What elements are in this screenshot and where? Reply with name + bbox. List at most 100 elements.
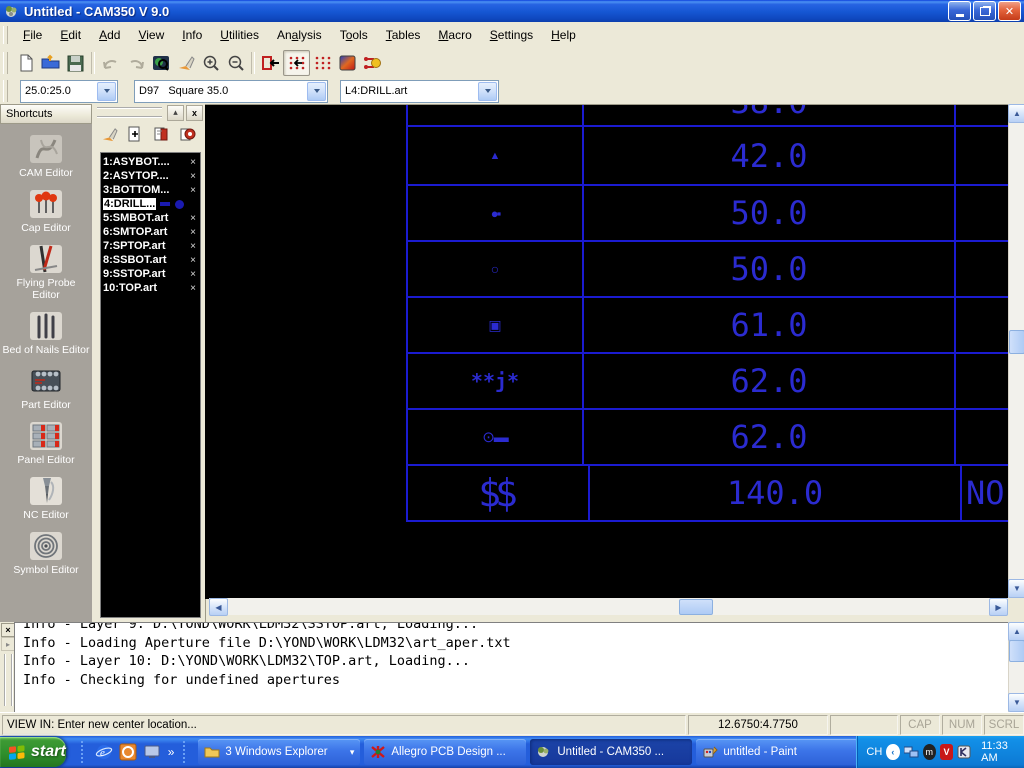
shortcut-cap-editor[interactable]: Cap Editor	[0, 188, 92, 234]
layer-table-icon[interactable]	[151, 124, 172, 145]
clock[interactable]: 11:33 AM	[981, 740, 1019, 764]
shortcut-panel-editor[interactable]: Panel Editor	[0, 420, 92, 466]
cad-canvas[interactable]: 38.0 ▲42.0●▪50.0○50.0▣61.0**j*62.0⊙▬62.0…	[205, 104, 1008, 599]
chevron-down-icon[interactable]	[307, 82, 326, 101]
menu-analysis[interactable]: Analysis	[268, 24, 331, 46]
taskbar-button-untitled-paint[interactable]: untitled - Paint	[696, 739, 858, 765]
open-file-button[interactable]	[38, 51, 63, 75]
drag-grip[interactable]	[4, 654, 13, 706]
redo-button[interactable]	[123, 51, 148, 75]
quick-launch-icon-2[interactable]	[118, 742, 138, 762]
layer-visibility-toggle[interactable]: ×	[190, 227, 196, 238]
chevron-down-icon[interactable]: ▾	[350, 747, 355, 758]
layer-item-10-top-art[interactable]: 10:TOP.art×	[103, 281, 200, 295]
tray-icon-v[interactable]: V	[940, 744, 953, 760]
layer-item-4-drill[interactable]: 4:DRILL...	[103, 197, 200, 211]
layer-item-8-ssbot-art[interactable]: 8:SSBOT.art×	[103, 253, 200, 267]
layer-item-7-sptop-art[interactable]: 7:SPTOP.art×	[103, 239, 200, 253]
grid-combo[interactable]: 25.0:25.0	[20, 80, 118, 103]
canvas-vscrollbar[interactable]: ▲ ▼	[1008, 104, 1024, 598]
scroll-up-icon[interactable]: ▲	[1008, 104, 1024, 123]
vscroll-thumb[interactable]	[1009, 640, 1024, 662]
menu-info[interactable]: Info	[173, 24, 211, 46]
shortcut-flying-probe-editor[interactable]: Flying Probe Editor	[0, 243, 92, 301]
undo-button[interactable]	[98, 51, 123, 75]
layer-item-3-bottom[interactable]: 3:BOTTOM...×	[103, 183, 200, 197]
quick-launch-icon-3[interactable]	[142, 742, 162, 762]
menu-tables[interactable]: Tables	[377, 24, 430, 46]
taskbar-button-3-windows-explorer[interactable]: 3 Windows Explorer▾	[198, 739, 360, 765]
log-close-button[interactable]: ×	[1, 623, 15, 637]
layer-item-6-smtop-art[interactable]: 6:SMTOP.art×	[103, 225, 200, 239]
layer-visibility-toggle[interactable]: ×	[190, 171, 196, 182]
minimize-button[interactable]	[948, 1, 971, 21]
drag-grip[interactable]	[183, 741, 189, 763]
zoom-in-button[interactable]	[198, 51, 223, 75]
scroll-down-icon[interactable]: ▼	[1008, 579, 1024, 598]
taskbar-button-allegro-pcb-design[interactable]: Allegro PCB Design ...	[364, 739, 526, 765]
chevron-down-icon[interactable]	[97, 82, 116, 101]
layer-combo[interactable]: L4:DRILL.art	[340, 80, 499, 103]
menu-macro[interactable]: Macro	[429, 24, 480, 46]
shortcuts-header[interactable]: Shortcuts	[0, 104, 92, 124]
aperture-combo[interactable]: D97 Square 35.0	[134, 80, 328, 103]
close-button[interactable]: ✕	[998, 1, 1021, 21]
menu-view[interactable]: View	[129, 24, 173, 46]
log-output[interactable]: Info - Layer 9: D:\YOND\WORK\LDM32\SSTOP…	[14, 622, 1010, 714]
menu-file[interactable]: File	[14, 24, 51, 46]
shortcut-symbol-editor[interactable]: Symbol Editor	[0, 530, 92, 576]
zoom-out-button[interactable]	[223, 51, 248, 75]
layer-visibility-toggle[interactable]: ×	[190, 185, 196, 196]
hide-icons-chevron[interactable]: ‹	[886, 744, 899, 760]
internet-explorer-icon[interactable]: e	[94, 742, 114, 762]
start-button[interactable]: start	[0, 737, 66, 767]
menu-help[interactable]: Help	[542, 24, 585, 46]
add-layer-icon[interactable]	[125, 124, 146, 145]
menu-settings[interactable]: Settings	[481, 24, 542, 46]
taskbar-button-untitled-cam350[interactable]: Untitled - CAM350 ...	[530, 739, 692, 765]
grid-button[interactable]	[310, 51, 335, 75]
collapse-button[interactable]: ▴	[167, 105, 184, 121]
query-button[interactable]	[148, 51, 173, 75]
save-button[interactable]	[63, 51, 88, 75]
menu-tools[interactable]: Tools	[331, 24, 377, 46]
hscroll-thumb[interactable]	[679, 599, 713, 615]
log-expand-button[interactable]: ▸	[1, 637, 15, 651]
chevron-down-icon[interactable]	[478, 82, 497, 101]
menu-utilities[interactable]: Utilities	[211, 24, 268, 46]
layer-sets-icon[interactable]	[177, 124, 198, 145]
menu-add[interactable]: Add	[90, 24, 129, 46]
log-vscrollbar[interactable]: ▲ ▼	[1008, 622, 1024, 712]
layer-visibility-toggle[interactable]: ×	[190, 255, 196, 266]
layer-colors-button[interactable]	[335, 51, 360, 75]
shortcut-bed-of-nails-editor[interactable]: Bed of Nails Editor	[0, 310, 92, 356]
scroll-right-icon[interactable]: ▶	[989, 598, 1008, 616]
layer-visibility-toggle[interactable]: ×	[190, 241, 196, 252]
menu-edit[interactable]: Edit	[51, 24, 90, 46]
shortcut-part-editor[interactable]: Part Editor	[0, 365, 92, 411]
language-indicator[interactable]: CH	[866, 746, 882, 758]
scroll-left-icon[interactable]: ◀	[209, 598, 228, 616]
vscroll-thumb[interactable]	[1009, 330, 1024, 354]
layer-panel-close-button[interactable]: x	[186, 105, 203, 121]
tray-icon-k[interactable]	[957, 744, 971, 760]
scroll-up-icon[interactable]: ▲	[1008, 622, 1024, 641]
quick-launch-overflow[interactable]: »	[168, 745, 175, 759]
layer-item-9-sstop-art[interactable]: 9:SSTOP.art×	[103, 267, 200, 281]
redraw-layers-icon[interactable]	[99, 124, 120, 145]
new-file-button[interactable]	[13, 51, 38, 75]
grid-snap-button[interactable]	[283, 50, 310, 76]
tray-icon-m[interactable]: m	[923, 744, 936, 760]
shortcut-cam-editor[interactable]: CAM Editor	[0, 133, 92, 179]
board-view-button[interactable]	[258, 51, 283, 75]
layer-visibility-toggle[interactable]: ×	[190, 157, 196, 168]
layer-visibility-toggle[interactable]: ×	[190, 283, 196, 294]
redraw-button[interactable]	[173, 51, 198, 75]
scroll-down-icon[interactable]: ▼	[1008, 693, 1024, 712]
layer-item-5-smbot-art[interactable]: 5:SMBOT.art×	[103, 211, 200, 225]
layer-item-1-asybot[interactable]: 1:ASYBOT....×	[103, 155, 200, 169]
drag-grip[interactable]	[81, 741, 87, 763]
layer-visibility-toggle[interactable]: ×	[190, 213, 196, 224]
canvas-hscrollbar[interactable]: ◀ ▶	[209, 598, 1008, 615]
layer-visibility-toggle[interactable]: ×	[190, 269, 196, 280]
